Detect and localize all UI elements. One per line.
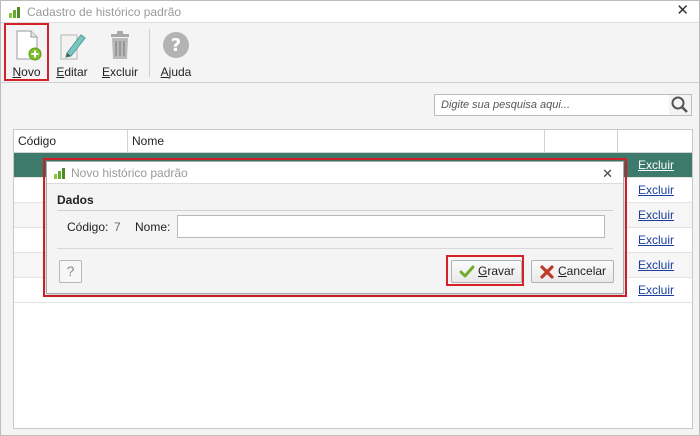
codigo-value: 7 xyxy=(114,220,121,234)
dialog-title-bar: Novo histórico padrão ✕ xyxy=(47,162,623,184)
ajuda-button[interactable]: ? Ajuda xyxy=(156,25,196,81)
toolbar: Novo Editar Excluir ? Ajuda xyxy=(1,23,699,83)
dialog-close-button[interactable]: ✕ xyxy=(602,166,613,182)
window-title: Cadastro de histórico padrão xyxy=(27,5,182,19)
editar-button[interactable]: Editar xyxy=(53,25,91,81)
app-logo-icon xyxy=(9,7,20,18)
column-blank-2 xyxy=(618,130,692,152)
column-codigo[interactable]: Código xyxy=(14,130,128,152)
novo-highlight xyxy=(4,23,49,81)
search-icon xyxy=(671,96,688,113)
footer-divider xyxy=(57,248,613,249)
novo-historico-dialog: Novo histórico padrão ✕ Dados Código: 7 … xyxy=(46,161,624,294)
search-box xyxy=(434,94,670,116)
column-nome[interactable]: Nome xyxy=(128,130,545,152)
nome-label: Nome: xyxy=(135,220,171,234)
cancelar-button[interactable]: Cancelar xyxy=(531,260,614,283)
excluir-link[interactable]: Excluir xyxy=(638,158,674,172)
excluir-link[interactable]: Excluir xyxy=(638,233,674,247)
excluir-label: Excluir xyxy=(101,65,139,79)
pencil-icon xyxy=(60,34,86,60)
help-icon: ? xyxy=(163,32,189,58)
search-input[interactable] xyxy=(435,95,669,115)
codigo-label: Código: xyxy=(67,220,109,234)
ajuda-label: Ajuda xyxy=(160,65,192,79)
cancel-x-icon xyxy=(540,265,554,279)
app-logo-icon xyxy=(54,168,65,179)
cancelar-label: Cancelar xyxy=(558,264,607,278)
grid-header: Código Nome xyxy=(14,130,692,153)
main-window: Cadastro de histórico padrão ✕ Novo Edit… xyxy=(0,0,700,436)
excluir-link[interactable]: Excluir xyxy=(638,208,674,222)
svg-text:?: ? xyxy=(171,35,181,56)
excluir-link[interactable]: Excluir xyxy=(638,283,674,297)
nome-input[interactable] xyxy=(177,215,605,238)
excluir-link[interactable]: Excluir xyxy=(638,258,674,272)
gravar-highlight xyxy=(446,255,524,286)
dialog-title: Novo histórico padrão xyxy=(71,166,188,180)
section-title: Dados xyxy=(57,193,94,207)
trash-icon xyxy=(111,31,129,59)
editar-label: Editar xyxy=(56,65,88,79)
section-divider xyxy=(57,210,613,211)
column-blank-1 xyxy=(545,130,618,152)
excluir-button[interactable]: Excluir xyxy=(99,25,141,81)
toolbar-separator xyxy=(149,29,150,77)
window-close-button[interactable]: ✕ xyxy=(676,3,689,19)
help-button[interactable]: ? xyxy=(59,260,82,283)
title-bar: Cadastro de histórico padrão ✕ xyxy=(1,1,699,23)
excluir-link[interactable]: Excluir xyxy=(638,183,674,197)
search-button[interactable] xyxy=(669,94,692,116)
